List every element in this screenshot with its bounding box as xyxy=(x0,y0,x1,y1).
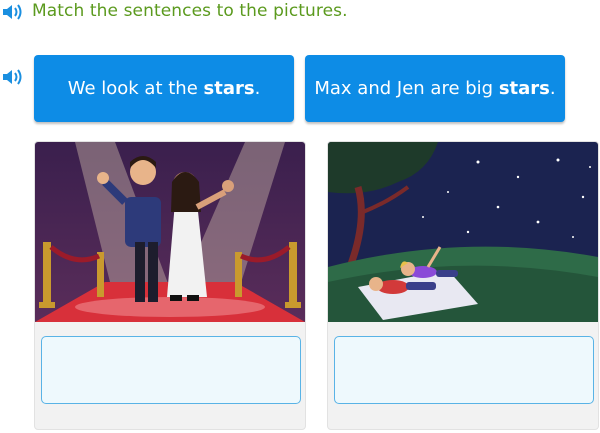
answer-dropzone-1[interactable] xyxy=(41,336,301,404)
picture-card-stargazing xyxy=(327,141,599,430)
tile-text: Max and Jen are big stars. xyxy=(314,78,556,99)
stargazing-illustration xyxy=(328,142,598,322)
answer-dropzone-2[interactable] xyxy=(334,336,594,404)
tile-text: We look at the stars. xyxy=(67,78,261,99)
red-carpet-illustration xyxy=(35,142,305,322)
instruction-text: Match the sentences to the pictures. xyxy=(32,1,348,21)
sentence-tile-look-at-stars[interactable]: We look at the stars. xyxy=(34,55,294,122)
speaker-icon[interactable] xyxy=(2,3,24,23)
speaker-icon[interactable] xyxy=(2,68,24,88)
sentence-tile-big-stars[interactable]: Max and Jen are big stars. xyxy=(305,55,565,122)
picture-card-red-carpet xyxy=(34,141,306,430)
